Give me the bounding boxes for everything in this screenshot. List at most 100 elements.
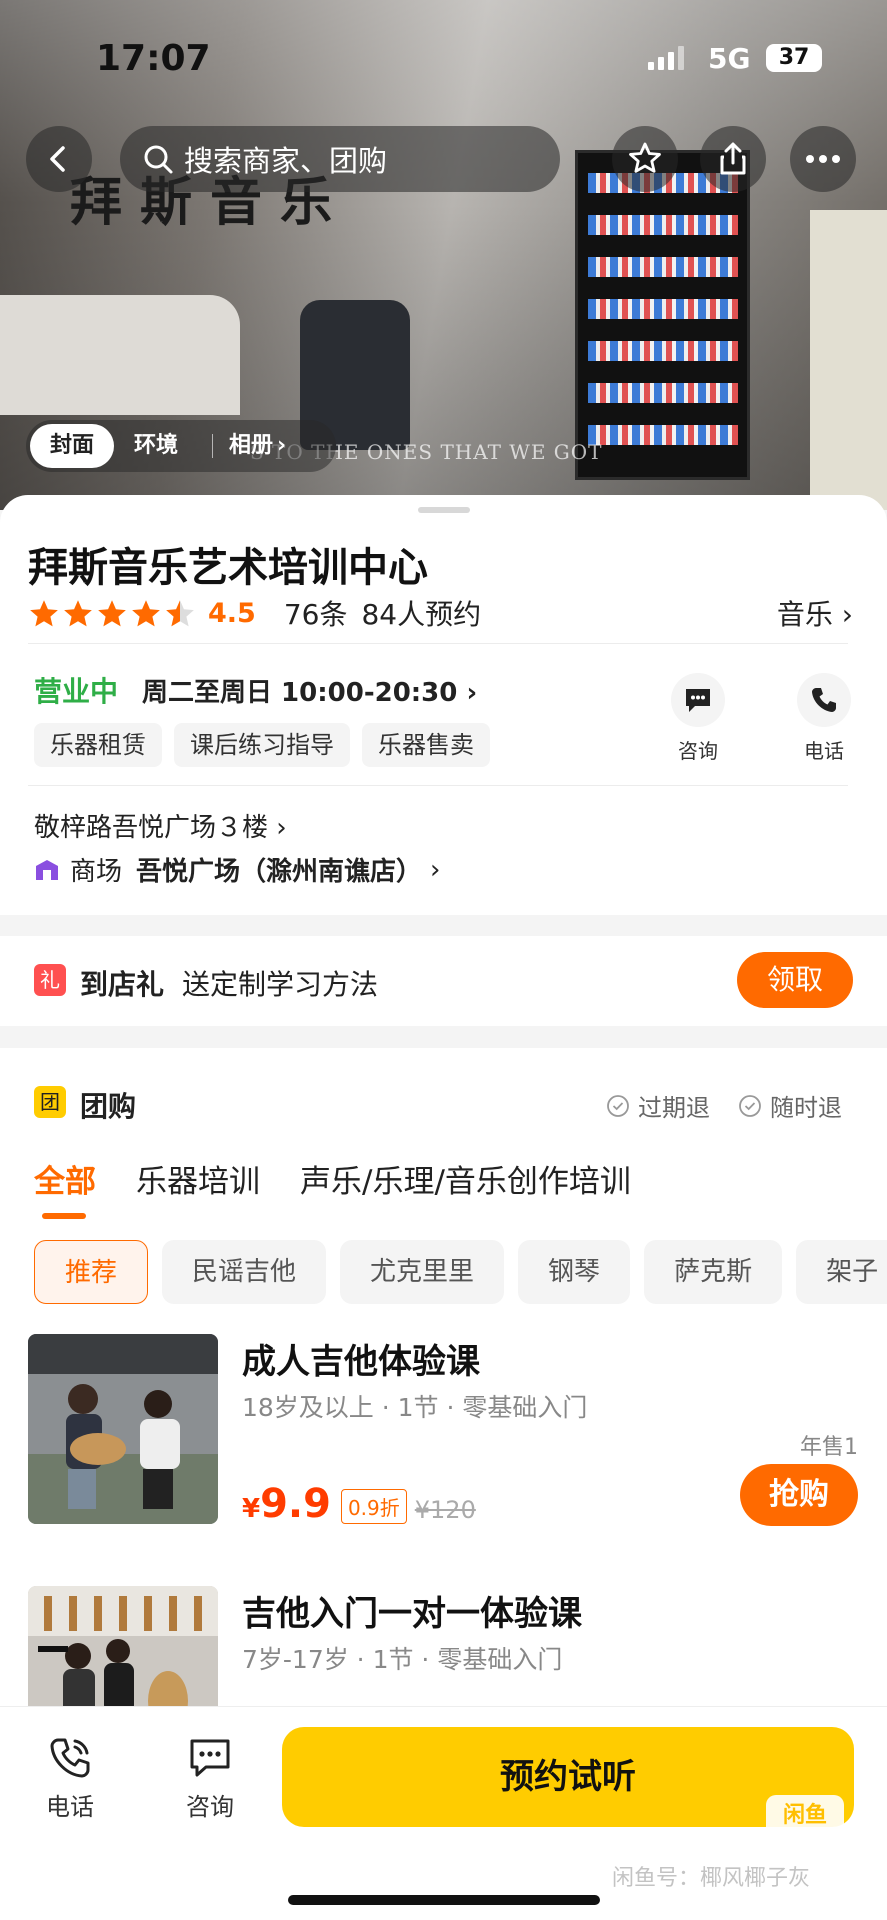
tab-all[interactable]: 全部: [34, 1156, 96, 1219]
mall-link[interactable]: 商场 吾悦广场（滁州南谯店） ›: [34, 851, 440, 888]
original-price: ¥120: [414, 1496, 476, 1524]
discount-badge: 0.9折: [340, 1489, 407, 1524]
bottom-consult-button[interactable]: 咨询: [160, 1735, 260, 1822]
signal-icon: [648, 46, 684, 70]
more-button[interactable]: [790, 126, 856, 192]
phone-label: 电话: [804, 739, 844, 763]
share-icon: [720, 142, 746, 175]
chat-icon: [671, 673, 725, 727]
chip-piano[interactable]: 钢琴: [518, 1240, 631, 1304]
drag-handle[interactable]: [418, 507, 470, 513]
status-time: 17:07: [96, 38, 211, 79]
back-button[interactable]: [26, 126, 92, 192]
chevron-right-icon: ›: [276, 813, 287, 843]
tab-vocal-training[interactable]: 声乐/乐理/音乐创作培训: [300, 1156, 631, 1201]
star-icon: [132, 600, 160, 627]
deal-thumbnail: [28, 1334, 218, 1524]
tab-album[interactable]: 相册 ›: [219, 424, 286, 468]
star-icon: [30, 600, 58, 627]
service-tags: 乐器租赁 课后练习指导 乐器售卖: [34, 723, 490, 767]
chip-ukulele[interactable]: 尤克里里: [340, 1240, 505, 1304]
group-buy-title: 团购: [80, 1090, 137, 1123]
favorite-button[interactable]: [612, 126, 678, 192]
tab-separator: [212, 434, 214, 458]
phone-button[interactable]: 电话: [784, 673, 864, 764]
group-buy-icon: 团: [34, 1086, 66, 1118]
deal-item[interactable]: 成人吉他体验课 18岁及以上 · 1节 · 零基础入门 ¥ 9.9 0.9折 ¥…: [28, 1334, 858, 1534]
deal-subtitle: 7岁-17岁 · 1节 · 零基础入门: [242, 1645, 563, 1674]
gift-banner: 礼 到店礼 送定制学习方法 领取: [0, 936, 887, 1026]
mall-icon: [36, 859, 58, 880]
claim-button[interactable]: 领取: [737, 952, 853, 1008]
mall-label: 商场: [70, 857, 123, 887]
star-icon: [98, 600, 126, 627]
annual-sales: 年售1: [800, 1435, 858, 1460]
home-indicator[interactable]: [288, 1895, 600, 1905]
tab-environment[interactable]: 环境: [114, 424, 198, 468]
group-deals-section: 团 团购 过期退 随时退 全部 乐器培训 声乐/乐理/音乐创作培训 推荐 民谣吉…: [0, 1048, 887, 1776]
phone-icon: [797, 673, 851, 727]
album-tabs: 封面 环境 相册 ›: [26, 420, 336, 472]
category-link[interactable]: 音乐 ›: [777, 593, 853, 633]
photo-poster: [810, 210, 887, 510]
chip-folk-guitar[interactable]: 民谣吉他: [162, 1240, 327, 1304]
deal-filter-chips: 推荐 民谣吉他 尤克里里 钢琴 萨克斯 架子: [34, 1240, 887, 1304]
divider: [28, 785, 848, 786]
service-tag: 课后练习指导: [174, 723, 350, 767]
review-count: 76条: [283, 598, 348, 631]
booked-count: 84人预约: [361, 598, 482, 631]
shop-info-card: 拜斯音乐艺术培训中心 4.5 76条 84人预约 音乐 › 营业中 周二至周日 …: [0, 495, 887, 915]
chevron-right-icon: ›: [277, 433, 287, 458]
rating-row[interactable]: 4.5 76条 84人预约: [28, 593, 481, 633]
divider: [28, 643, 848, 644]
shop-name: 拜斯音乐艺术培训中心: [28, 545, 428, 591]
consult-button[interactable]: 咨询: [658, 673, 738, 764]
category-label: 音乐: [776, 598, 833, 631]
price-value: 9.9: [260, 1481, 331, 1527]
refund-expired-label: 过期退: [638, 1094, 710, 1122]
gift-description: 送定制学习方法: [182, 968, 379, 1001]
gift-title: 到店礼: [80, 968, 165, 1001]
photo-reception-desk: [0, 295, 240, 415]
chip-recommended[interactable]: 推荐: [34, 1240, 149, 1304]
address-text: 敬梓路吾悦广场３楼: [34, 813, 269, 843]
open-status: 营业中: [34, 675, 119, 708]
bottom-phone-button[interactable]: 电话: [20, 1735, 120, 1822]
business-hours[interactable]: 周二至周日 10:00-20:30 ›: [142, 672, 477, 709]
deal-name: 吉他入门一对一体验课: [242, 1594, 582, 1634]
star-outline-icon: [629, 142, 661, 173]
hours-text: 周二至周日 10:00-20:30: [142, 678, 458, 708]
consult-label: 咨询: [678, 739, 718, 763]
buy-button[interactable]: 抢购: [740, 1464, 858, 1526]
more-dots-icon: [806, 155, 840, 163]
phone-icon: [50, 1738, 90, 1778]
watermark-logo: 闲鱼: [766, 1795, 844, 1837]
share-button[interactable]: [700, 126, 766, 192]
bottom-consult-label: 咨询: [186, 1793, 234, 1821]
search-icon: [144, 145, 173, 174]
deal-price: ¥ 9.9 0.9折 ¥120: [242, 1484, 476, 1524]
battery-icon: 37: [766, 44, 822, 72]
chevron-right-icon: ›: [430, 854, 441, 885]
deal-name: 成人吉他体验课: [242, 1342, 480, 1382]
photo-shelf: [575, 150, 750, 480]
chip-saxophone[interactable]: 萨克斯: [644, 1240, 783, 1304]
chip-drums[interactable]: 架子: [796, 1240, 887, 1304]
refund-anytime-label: 随时退: [770, 1094, 842, 1122]
chevron-right-icon: ›: [466, 678, 478, 708]
star-icon: [64, 600, 92, 627]
tab-instrument-training[interactable]: 乐器培训: [136, 1156, 260, 1201]
search-placeholder: 搜索商家、团购: [184, 144, 388, 178]
chevron-left-icon: [50, 146, 65, 172]
tab-cover[interactable]: 封面: [30, 424, 115, 468]
rating-stars: [28, 598, 196, 628]
chevron-right-icon: ›: [841, 598, 853, 631]
service-tag: 乐器售卖: [362, 723, 490, 767]
check-circle-icon: [739, 1094, 761, 1117]
search-input[interactable]: 搜索商家、团购: [120, 126, 560, 192]
watermark-text: 闲鱼号：椰风椰子灰: [612, 1866, 811, 1891]
tab-album-label: 相册: [229, 433, 274, 458]
deal-subtitle: 18岁及以上 · 1节 · 零基础入门: [242, 1393, 588, 1422]
mall-name: 吾悦广场（滁州南谯店）: [136, 857, 423, 887]
address-link[interactable]: 敬梓路吾悦广场３楼 ›: [34, 807, 287, 844]
